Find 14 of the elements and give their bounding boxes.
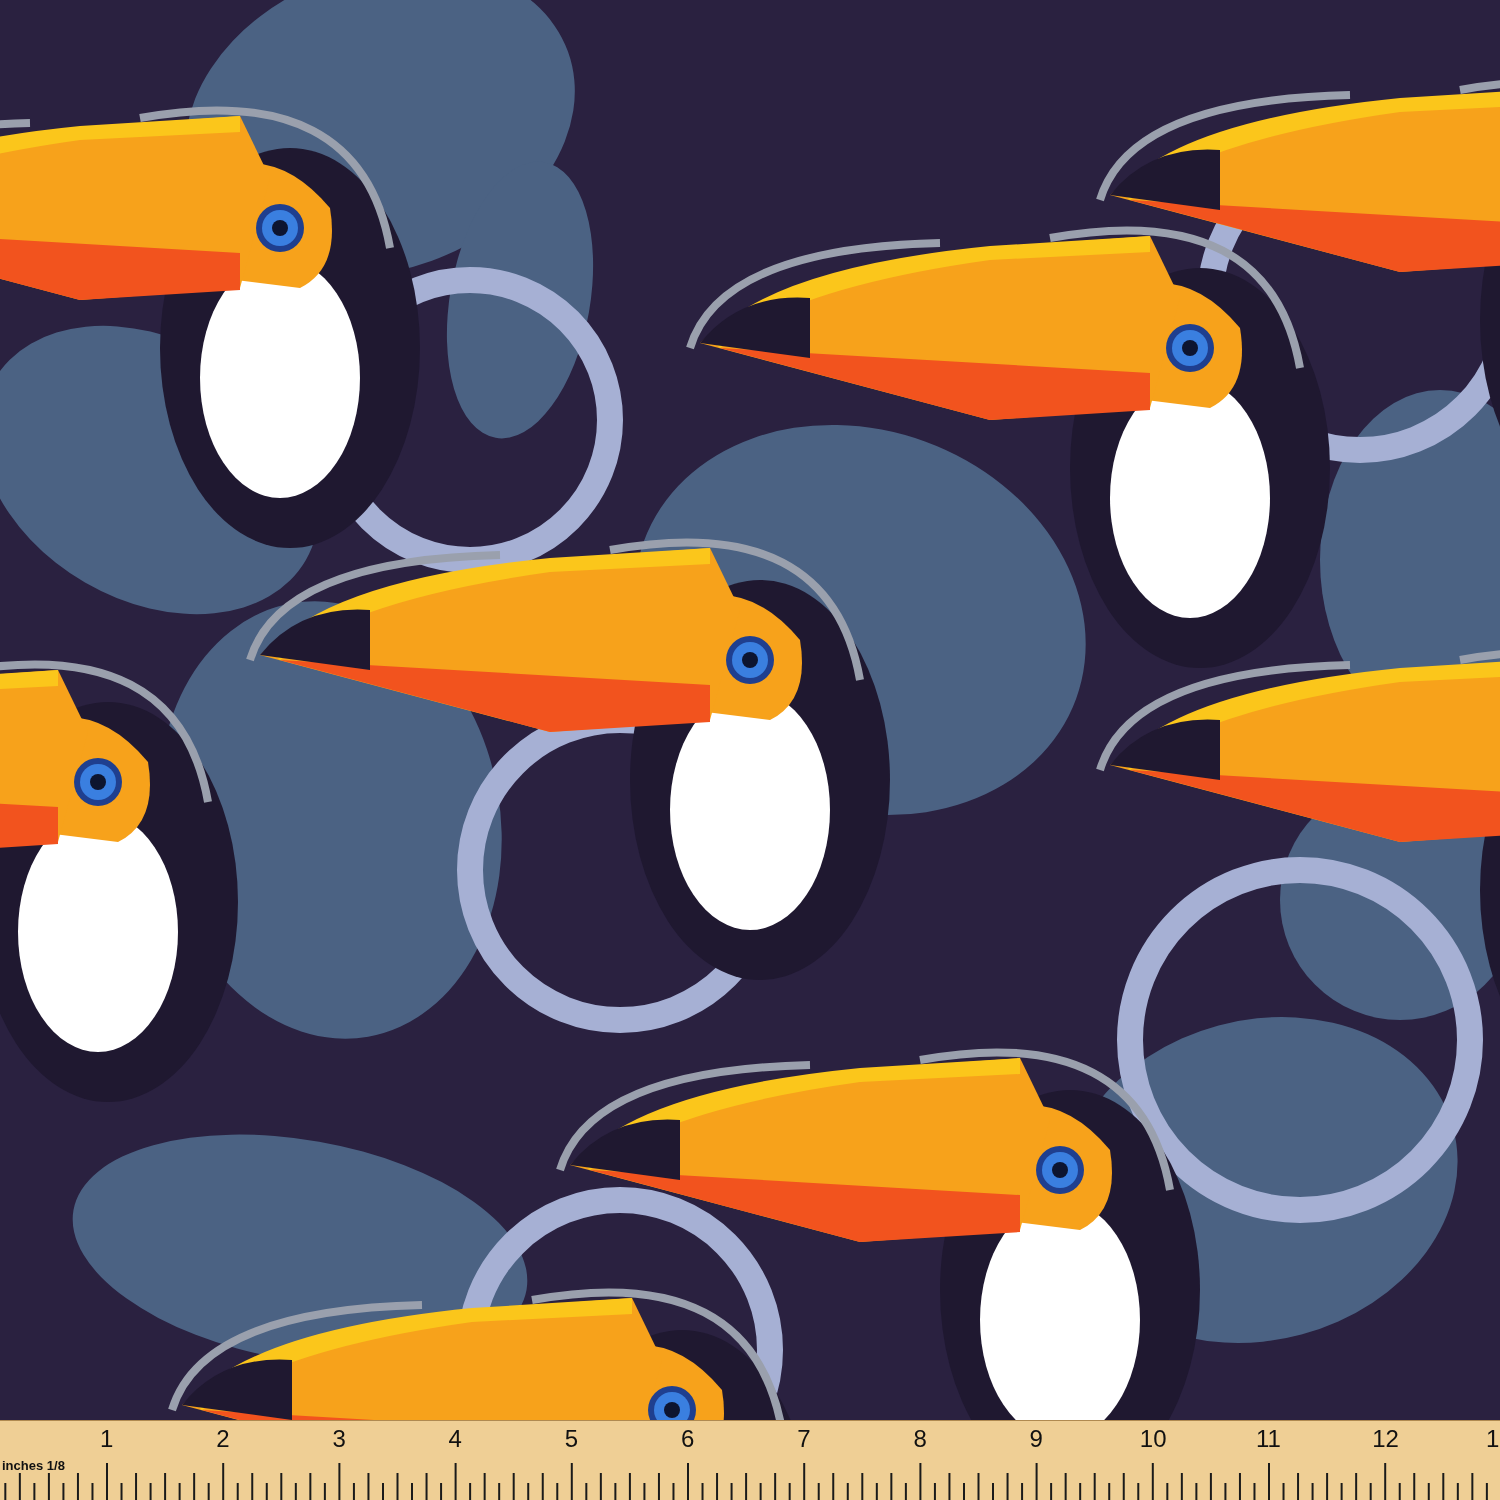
inch-number: 8 bbox=[913, 1427, 927, 1451]
unit-label: inches 1/8 bbox=[2, 1457, 65, 1475]
inch-number: 6 bbox=[681, 1427, 695, 1451]
inch-number: 9 bbox=[1029, 1427, 1043, 1451]
inch-number: 5 bbox=[564, 1427, 579, 1451]
inch-number: 1 bbox=[100, 1427, 114, 1451]
inch-number: 4 bbox=[448, 1427, 462, 1451]
inch-number: 10 bbox=[1139, 1427, 1167, 1451]
inch-number: 3 bbox=[332, 1427, 346, 1451]
inch-number: 2 bbox=[216, 1427, 230, 1451]
inch-number: 12 bbox=[1372, 1427, 1399, 1451]
inch-number: 1 bbox=[1486, 1427, 1500, 1451]
inch-number: 11 bbox=[1256, 1427, 1281, 1451]
inch-number: 7 bbox=[797, 1427, 811, 1451]
